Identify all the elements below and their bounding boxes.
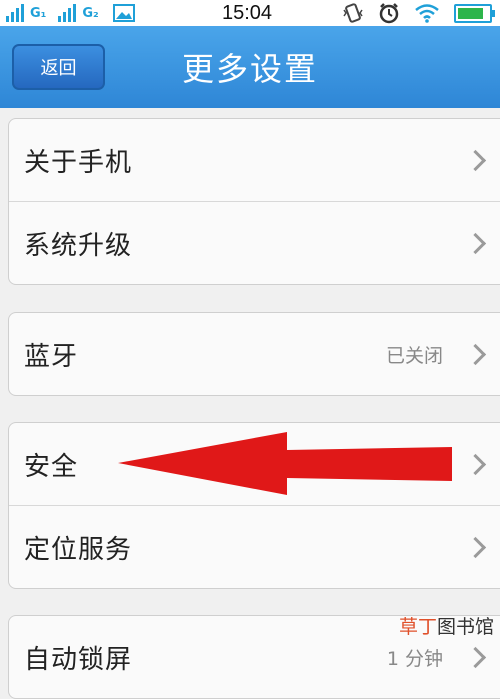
- settings-group-about: 关于手机 系统升级: [8, 118, 500, 285]
- battery-icon: [454, 3, 495, 23]
- vibrate-icon: [343, 3, 363, 23]
- chevron-right-icon: [464, 149, 487, 171]
- back-button[interactable]: 返回: [12, 44, 105, 90]
- watermark-part-2: 图书馆: [436, 616, 494, 638]
- settings-item-bluetooth[interactable]: 蓝牙 已关闭: [9, 313, 500, 395]
- chevron-right-icon: [464, 453, 487, 475]
- signal-icon: [58, 4, 77, 22]
- signal-icon: [6, 4, 24, 22]
- wifi-icon: [415, 4, 439, 23]
- settings-group-security: 安全 定位服务: [8, 422, 500, 589]
- settings-group-bluetooth: 蓝牙 已关闭: [8, 312, 500, 396]
- header-bar: 更多设置 返回: [0, 26, 500, 108]
- status-bar: G₁ G₂ 15:04: [0, 0, 500, 26]
- watermark-part-1: 草丁: [398, 616, 437, 638]
- image-icon: [112, 4, 135, 22]
- chevron-right-icon: [464, 343, 487, 365]
- settings-item-label: 安全: [24, 451, 79, 482]
- settings-item-label: 定位服务: [24, 534, 133, 565]
- settings-item-label: 自动锁屏: [24, 644, 133, 675]
- bluetooth-status: 已关闭: [385, 344, 443, 367]
- settings-item-location-services[interactable]: 定位服务: [9, 506, 500, 588]
- chevron-right-icon: [464, 536, 487, 558]
- settings-item-system-update[interactable]: 系统升级: [9, 202, 500, 284]
- settings-item-label: 蓝牙: [24, 341, 79, 372]
- settings-item-about-phone[interactable]: 关于手机: [9, 119, 500, 202]
- watermark: 草丁 图书馆: [399, 612, 494, 639]
- chevron-right-icon: [464, 232, 487, 254]
- settings-item-security[interactable]: 安全: [9, 423, 500, 506]
- settings-item-label: 关于手机: [24, 147, 133, 178]
- chevron-right-icon: [464, 646, 487, 668]
- network-type-1: G₁: [30, 5, 47, 21]
- auto-lock-value: 1 分钟: [386, 647, 443, 670]
- status-time: 15:04: [222, 2, 273, 24]
- network-type-2: G₂: [82, 5, 99, 21]
- alarm-icon: [379, 3, 399, 24]
- settings-item-label: 系统升级: [24, 230, 133, 261]
